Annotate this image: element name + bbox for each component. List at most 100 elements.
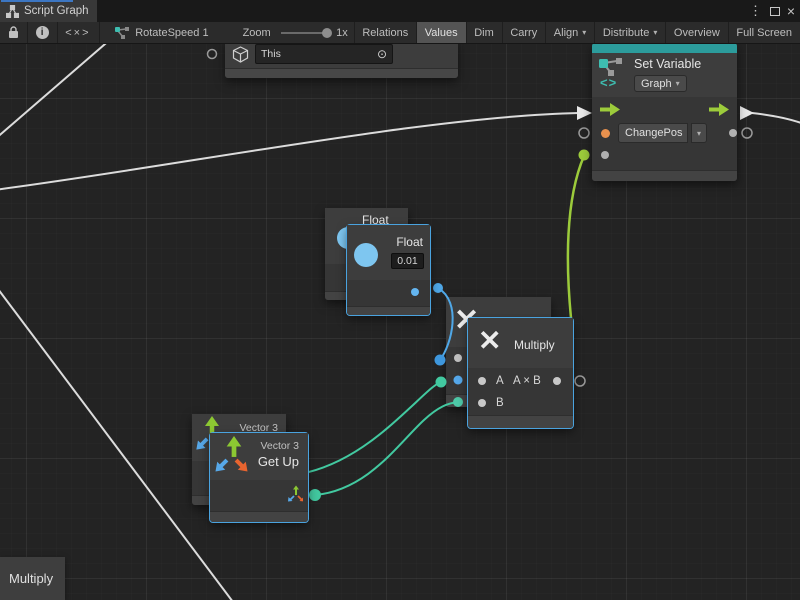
variable-kind-dropdown[interactable]: Graph ▾ (634, 75, 687, 92)
multiply-back-port-a[interactable] (454, 354, 462, 362)
variable-name-value: ChangePos (625, 127, 683, 139)
graph-asset-icon (115, 27, 129, 39)
tab-bar: Script Graph ⋮ × (0, 0, 800, 22)
float-icon (354, 243, 378, 267)
getup-type: Vector 3 (260, 440, 299, 452)
graph-canvas[interactable]: Float Float 0.01 ✕ ✕ Multiply A A × B (0, 44, 800, 600)
zoom-value-text: 1x (336, 27, 348, 39)
window-close-button[interactable]: × (787, 0, 795, 22)
multiply-input-a-ball[interactable] (435, 355, 446, 366)
zoom-slider[interactable] (281, 32, 328, 34)
dim-button[interactable]: Dim (466, 22, 502, 43)
multiply-port-a[interactable] (478, 377, 486, 385)
setvariable-value-ball[interactable] (579, 150, 590, 161)
chevron-down-icon: ▾ (653, 28, 657, 37)
setvariable-value-port[interactable] (601, 151, 609, 159)
code-toggle-icon: <×> (65, 27, 90, 39)
multiply-port-a-label: A (496, 375, 504, 387)
wire-float-to-multiply (438, 288, 453, 360)
getup-output-ball[interactable] (309, 489, 321, 501)
cube-icon (232, 46, 249, 63)
float-output-port[interactable] (411, 288, 419, 296)
this-node[interactable]: This ⊙ (225, 44, 458, 78)
code-preview-toggle[interactable]: <×> (57, 22, 98, 43)
multiply-back-port-b[interactable] (454, 376, 463, 385)
carry-button[interactable]: Carry (502, 22, 545, 43)
zoom-slider-knob[interactable] (322, 28, 332, 38)
exec-output-arrow[interactable] (709, 103, 729, 116)
setvariable-output-port[interactable] (729, 129, 737, 137)
float-title: Float (396, 235, 423, 249)
button-label: Distribute (603, 27, 649, 39)
button-label: Carry (510, 27, 537, 39)
overview-button[interactable]: Overview (666, 22, 728, 43)
window-menu-button[interactable]: ⋮ (749, 0, 762, 22)
vector3-output-icon[interactable] (286, 485, 303, 502)
multiply-port-b-label: B (496, 397, 504, 409)
multiply-icon: ✕ (478, 324, 501, 357)
wire-arrowhead-into-setvariable (577, 106, 592, 120)
multiply-footer (468, 415, 573, 428)
tab-active-accent (1, 0, 73, 2)
multiply-output-empty-port[interactable] (575, 376, 585, 386)
variable-name-caret-button[interactable]: ▾ (691, 123, 707, 143)
button-label: Overview (674, 27, 720, 39)
float-output-ball[interactable] (433, 283, 443, 293)
setvariable-left-empty-port[interactable] (579, 128, 589, 138)
info-icon: i (36, 26, 49, 39)
window-maximize-button[interactable] (770, 0, 780, 22)
tab-script-graph[interactable]: Script Graph (0, 0, 97, 22)
distribute-dropdown[interactable]: Distribute ▾ (595, 22, 665, 43)
getup-title: Get Up (258, 454, 299, 469)
getup-node[interactable]: Vector 3 Get Up (210, 433, 308, 522)
script-graph-window: Float Float 0.01 ✕ ✕ Multiply A A × B (0, 0, 800, 600)
wire-white-descending (0, 281, 236, 600)
zoom-value: 1x (330, 22, 354, 43)
float-node[interactable]: Float 0.01 (347, 225, 430, 315)
multiply-node[interactable]: ✕ Multiply A A × B B (468, 318, 573, 428)
exec-input-arrow[interactable] (600, 103, 620, 116)
multiply-result-label: A × B (513, 375, 541, 387)
graph-toolbar: i <×> RotateSpeed 1 Zoom 1x Relations (0, 22, 800, 44)
graph-name-label: RotateSpeed 1 (135, 27, 208, 39)
object-picker-icon[interactable]: ⊙ (377, 47, 387, 61)
align-dropdown[interactable]: Align ▾ (546, 22, 594, 43)
wire-white-exit-right (752, 113, 800, 124)
variable-name-port[interactable] (601, 129, 610, 138)
multiply-input-b-ball[interactable] (436, 377, 447, 388)
button-label: Relations (362, 27, 408, 39)
variable-kind-value: Graph (641, 78, 672, 90)
this-field-value: This (261, 48, 377, 60)
wire-multiply-to-setvariable (568, 156, 584, 318)
multiply-output-port[interactable] (553, 377, 561, 385)
lock-icon (8, 26, 19, 39)
setvariable-right-empty-port[interactable] (742, 128, 752, 138)
close-icon: × (787, 3, 795, 19)
chevron-down-icon: ▾ (697, 129, 701, 138)
multiply-port-b[interactable] (478, 399, 486, 407)
this-footer (225, 68, 458, 78)
getup-footer (210, 511, 308, 522)
relations-button[interactable]: Relations (354, 22, 416, 43)
setvariable-title: Set Variable (634, 57, 701, 71)
graph-variable-band (592, 44, 737, 53)
multiply-back-port-c[interactable] (453, 397, 463, 407)
this-node-empty-port[interactable] (208, 50, 217, 59)
wire-white-steep (0, 44, 112, 140)
fullscreen-button[interactable]: Full Screen (728, 22, 800, 43)
set-variable-node[interactable]: <> Set Variable Graph ▾ ChangePos ▾ (592, 44, 737, 181)
float-value-field[interactable]: 0.01 (391, 253, 424, 269)
wire-getup-back-to-multiply (300, 382, 441, 474)
wire-getup-to-multiply (315, 402, 458, 495)
button-label: Align (554, 27, 578, 39)
float-footer (347, 306, 430, 315)
info-button[interactable]: i (28, 22, 57, 43)
chevron-down-icon: ▾ (582, 28, 586, 37)
script-graph-icon (6, 5, 19, 18)
graph-breadcrumb[interactable]: RotateSpeed 1 (107, 22, 216, 43)
lock-button[interactable] (0, 22, 27, 43)
variable-name-dropdown[interactable]: ChangePos (618, 123, 688, 143)
zoom-label: Zoom (235, 22, 279, 43)
this-object-field[interactable]: This ⊙ (255, 44, 393, 64)
values-button[interactable]: Values (417, 22, 466, 43)
